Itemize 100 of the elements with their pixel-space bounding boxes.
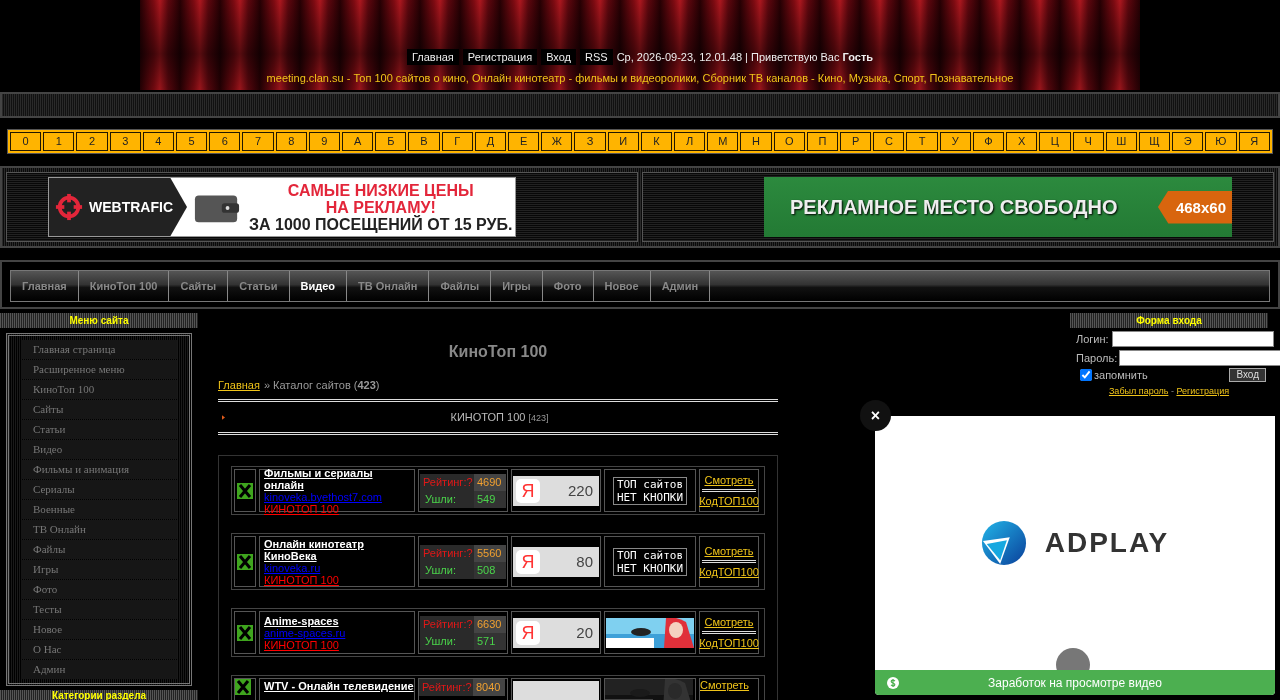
- letter-button[interactable]: Ф: [972, 132, 1005, 151]
- visit-counter[interactable]: Я 220: [513, 475, 599, 506]
- menu-item[interactable]: Видео: [21, 440, 177, 459]
- forgot-password-link[interactable]: Забыл пароль: [1108, 386, 1169, 396]
- letter-button[interactable]: О: [773, 132, 805, 151]
- menu-item[interactable]: КиноТоп 100: [21, 380, 177, 399]
- top-link[interactable]: Главная: [406, 49, 459, 65]
- cross-icon: [237, 553, 253, 570]
- letter-button[interactable]: М: [707, 132, 739, 151]
- site-name-link[interactable]: Онлайн кинотеатр КиноВека: [264, 537, 414, 562]
- menu-item[interactable]: Админ: [21, 660, 177, 679]
- letter-button[interactable]: Н: [740, 132, 772, 151]
- letter-button[interactable]: И: [607, 132, 639, 151]
- category-link[interactable]: КИНОТОП 100: [450, 411, 526, 423]
- letter-button[interactable]: Ч: [1072, 132, 1104, 151]
- letter-button[interactable]: К: [640, 132, 673, 151]
- letter-button[interactable]: 3: [109, 132, 141, 151]
- letter-button[interactable]: У: [939, 132, 971, 151]
- top-link[interactable]: Регистрация: [462, 49, 538, 65]
- category-link[interactable]: КИНОТОП 100: [264, 638, 339, 651]
- letter-button[interactable]: Я: [1238, 132, 1270, 151]
- menu-item[interactable]: ТВ Онлайн: [21, 520, 177, 539]
- breadcrumb-link[interactable]: Главная: [218, 379, 260, 391]
- letter-button[interactable]: Ш: [1105, 132, 1137, 151]
- letter-button[interactable]: Г: [441, 132, 473, 151]
- letter-button[interactable]: Т: [906, 132, 938, 151]
- letter-button[interactable]: Д: [474, 132, 507, 151]
- menu-item[interactable]: Сериалы: [21, 480, 177, 499]
- remember-checkbox[interactable]: [1080, 369, 1092, 381]
- nav-tab[interactable]: Игры: [491, 271, 543, 301]
- menu-item[interactable]: Фото: [21, 580, 177, 599]
- advert-banner[interactable]: РЕКЛАМНОЕ МЕСТО СВОБОДНО 468x60: [764, 177, 1232, 237]
- top-link[interactable]: RSS: [580, 49, 613, 65]
- menu-item[interactable]: Новое: [21, 620, 177, 639]
- site-button-banner[interactable]: ТОП сайтов НЕТ КНОПКИ: [612, 547, 688, 576]
- letter-button[interactable]: 8: [275, 132, 307, 151]
- nav-tab[interactable]: Статьи: [228, 271, 290, 301]
- letter-button[interactable]: 4: [142, 132, 174, 151]
- nav-tab[interactable]: Новое: [593, 271, 651, 301]
- letter-button[interactable]: Ж: [541, 132, 573, 151]
- letter-button[interactable]: С: [873, 132, 905, 151]
- category-link[interactable]: КИНОТОП 100: [264, 573, 339, 586]
- code-link[interactable]: КодТОП100: [699, 637, 759, 649]
- nav-tab[interactable]: Главная: [11, 271, 79, 301]
- site-button-banner[interactable]: ТОП сайтов НЕТ КНОПКИ: [612, 476, 688, 505]
- letter-button[interactable]: 5: [176, 132, 208, 151]
- menu-item[interactable]: Расширенное меню: [21, 360, 177, 379]
- letter-button[interactable]: Б: [375, 132, 407, 151]
- letter-button[interactable]: Л: [674, 132, 706, 151]
- letter-button[interactable]: 2: [76, 132, 108, 151]
- login-button[interactable]: Вход: [1229, 368, 1266, 382]
- visit-counter[interactable]: Я 80: [513, 546, 599, 577]
- letter-button[interactable]: Ц: [1039, 132, 1071, 151]
- letter-button[interactable]: Р: [840, 132, 872, 151]
- nav-tab[interactable]: Файлы: [429, 271, 492, 301]
- letter-button[interactable]: 7: [242, 132, 274, 151]
- menu-item[interactable]: Главная страница: [21, 340, 177, 359]
- nav-tab[interactable]: Фото: [542, 271, 594, 301]
- close-button[interactable]: ×: [860, 400, 891, 431]
- letter-button[interactable]: З: [574, 132, 606, 151]
- category-link[interactable]: КИНОТОП 100: [264, 502, 339, 515]
- visit-counter[interactable]: Я 20: [513, 617, 599, 648]
- top-link[interactable]: Вход: [541, 49, 577, 65]
- letter-button[interactable]: Щ: [1138, 132, 1171, 151]
- view-link[interactable]: Смотреть: [704, 545, 754, 557]
- view-link[interactable]: Смотреть: [704, 474, 754, 486]
- letter-button[interactable]: 9: [308, 132, 341, 151]
- menu-item[interactable]: Фильмы и анимация: [21, 460, 177, 479]
- letter-button[interactable]: 1: [43, 132, 75, 151]
- menu-item[interactable]: Тесты: [21, 600, 177, 619]
- menu-item[interactable]: О Нас: [21, 640, 177, 659]
- nav-tab[interactable]: Видео: [289, 271, 348, 301]
- nav-tab[interactable]: ТВ Онлайн: [347, 271, 430, 301]
- view-link[interactable]: Смотреть: [704, 616, 754, 628]
- site-name-link[interactable]: Фильмы и сериалы онлайн: [264, 466, 414, 491]
- password-field[interactable]: [1119, 350, 1280, 366]
- site-name-link[interactable]: Anime-spaces: [264, 614, 339, 627]
- menu-item[interactable]: Статьи: [21, 420, 177, 439]
- code-link[interactable]: КодТОП100: [699, 566, 759, 578]
- nav-tab[interactable]: КиноТоп 100: [78, 271, 170, 301]
- letter-button[interactable]: 0: [10, 132, 42, 151]
- menu-item[interactable]: Военные: [21, 500, 177, 519]
- letter-button[interactable]: 6: [209, 132, 241, 151]
- letter-button[interactable]: Ю: [1205, 132, 1237, 151]
- menu-item[interactable]: Игры: [21, 560, 177, 579]
- ad-brand: ADPLAY: [1044, 527, 1170, 559]
- register-link[interactable]: Регистрация: [1176, 386, 1230, 396]
- nav-tab[interactable]: Сайты: [169, 271, 229, 301]
- menu-item[interactable]: Сайты: [21, 400, 177, 419]
- letter-button[interactable]: В: [408, 132, 440, 151]
- login-field[interactable]: [1111, 331, 1274, 347]
- code-link[interactable]: КодТОП100: [699, 495, 759, 507]
- letter-button[interactable]: Э: [1172, 132, 1204, 151]
- letter-button[interactable]: А: [342, 132, 374, 151]
- nav-tab[interactable]: Админ: [650, 271, 711, 301]
- menu-item[interactable]: Файлы: [21, 540, 177, 559]
- letter-button[interactable]: П: [806, 132, 839, 151]
- letter-button[interactable]: Х: [1006, 132, 1038, 151]
- advert-banner[interactable]: WEBTRAFIC САМЫЕ НИЗКИЕ ЦЕНЫ НА РЕКЛАМУ! ЗА 1000 ПОСЕЩЕНИЙ ОТ 15 РУБ.: [48, 177, 516, 237]
- letter-button[interactable]: Е: [508, 132, 540, 151]
